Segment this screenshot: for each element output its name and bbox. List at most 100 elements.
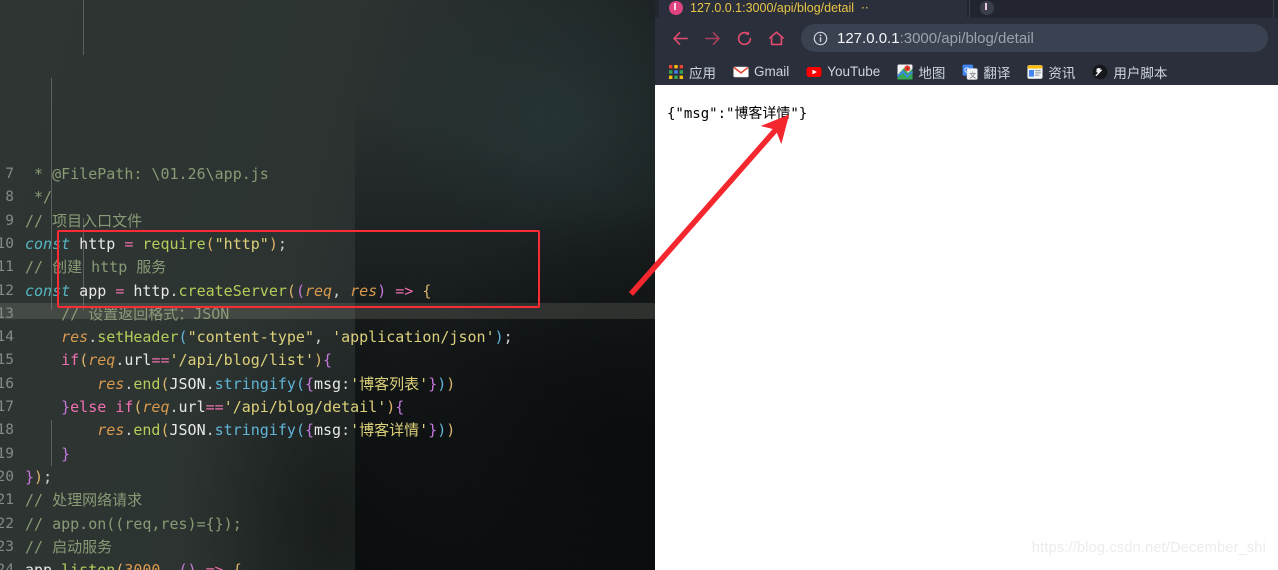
url-path: :3000/api/blog/detail (899, 29, 1034, 47)
code-line-text: const http = require("http"); (25, 234, 287, 253)
bookmark-label: YouTube (827, 64, 881, 79)
line-number: 11 (0, 259, 14, 276)
bookmark-translate[interactable]: G 文 翻译 (955, 60, 1017, 84)
bookmark-userscripts[interactable]: 用户脚本 (1085, 60, 1174, 84)
url-host: 127.0.0.1 (837, 29, 900, 47)
code-line-text: if(req.url=='/api/blog/list'){ (25, 351, 333, 370)
line-number: 17 (0, 399, 14, 416)
code-line[interactable]: 14 res.setHeader("content-type", 'applic… (0, 326, 655, 349)
line-number: 13 (0, 305, 14, 322)
code-line-text: * @FilePath: \01.26\app.js (25, 165, 269, 184)
code-line[interactable]: 12 const app = http.createServer((req, re… (0, 280, 655, 303)
code-line[interactable]: 17 }else if(req.url=='/api/blog/detail')… (0, 396, 655, 419)
bookmark-label: 用户脚本 (1113, 65, 1168, 81)
bookmark-maps[interactable]: 地图 (890, 60, 952, 84)
page-viewport[interactable]: {"msg":"博客详情"} https://blog.csdn.net/Dec… (655, 85, 1278, 570)
line-number: 12 (0, 282, 14, 299)
indent-guide (83, 0, 84, 55)
line-number: 22 (0, 515, 14, 532)
code-line[interactable]: 13 // 设置返回格式：JSON (0, 303, 655, 326)
bookmarks-bar[interactable]: 应用 Gmail YouTube 地图 G 文 翻译 资讯 用户脚本 (655, 58, 1278, 85)
tab-favicon-icon (980, 1, 994, 15)
bookmark-label: Gmail (754, 64, 790, 79)
tab-title: 127.0.0.1:3000/api/blog/detail (690, 1, 855, 15)
code-line[interactable]: 18 res.end(JSON.stringify({msg:'博客详情'})) (0, 419, 655, 442)
apps-grid-icon (669, 64, 683, 79)
screenshot-root: 7 * @FilePath: \01.26\app.js 8 */9// 项目入口… (0, 0, 1278, 570)
forward-arrow-icon (704, 31, 720, 45)
code-line-text: // 创建 http 服务 (25, 258, 167, 277)
code-line-text: }); (25, 467, 53, 486)
bookmark-label: 资讯 (1048, 65, 1076, 81)
code-line[interactable]: 21 // 处理网络请求 (0, 489, 655, 512)
line-number: 10 (0, 235, 14, 252)
line-number: 16 (0, 375, 14, 392)
reload-button[interactable] (729, 23, 759, 53)
address-bar[interactable]: 127.0.0.1:3000/api/blog/detail (801, 24, 1268, 52)
tab-strip[interactable]: 127.0.0.1:3000/api/blog/detail ·· (655, 0, 1278, 18)
info-circle-icon[interactable] (813, 31, 828, 46)
maps-icon (897, 64, 914, 79)
line-number: 18 (0, 422, 14, 439)
code-line-text: }else if(req.url=='/api/blog/detail'){ (25, 398, 405, 417)
browser-tab-inactive[interactable] (969, 0, 1274, 18)
line-number: 14 (0, 329, 14, 346)
line-number: 15 (0, 352, 14, 369)
code-line[interactable]: 16 res.end(JSON.stringify({msg:'博客列表'})) (0, 373, 655, 396)
code-line[interactable]: 15 if(req.url=='/api/blog/list'){ (0, 349, 655, 372)
browser-chrome: 127.0.0.1:3000/api/blog/detail ·· 127.0.… (655, 0, 1278, 85)
code-line-text: res.end(JSON.stringify({msg:'博客详情'})) (25, 421, 456, 440)
line-number: 19 (0, 445, 14, 462)
back-button[interactable] (665, 23, 695, 53)
code-line[interactable]: 20}); (0, 466, 655, 489)
line-number: 21 (0, 492, 14, 509)
json-response-body: {"msg":"博客详情"} (667, 106, 808, 122)
line-number: 20 (0, 468, 14, 485)
line-number: 23 (0, 538, 14, 555)
line-number: 9 (5, 212, 14, 229)
browser-tab-active[interactable]: 127.0.0.1:3000/api/blog/detail ·· (659, 0, 967, 18)
code-line-text: */ (25, 188, 53, 207)
code-line[interactable]: 23 // 启动服务 (0, 536, 655, 559)
home-icon (768, 30, 784, 45)
browser-toolbar[interactable]: 127.0.0.1:3000/api/blog/detail (655, 18, 1278, 58)
code-line-text: // 启动服务 (25, 537, 113, 556)
bookmark-youtube[interactable]: YouTube (799, 62, 887, 82)
forward-button[interactable] (697, 23, 727, 53)
bookmark-news[interactable]: 资讯 (1020, 60, 1082, 84)
code-editor-pane[interactable]: 7 * @FilePath: \01.26\app.js 8 */9// 项目入口… (0, 0, 655, 570)
bookmark-label: 应用 (689, 65, 716, 81)
code-line-text: res.setHeader("content-type", 'applicati… (25, 328, 513, 347)
code-lines-container[interactable]: 7 * @FilePath: \01.26\app.js 8 */9// 项目入口… (0, 0, 655, 570)
bookmark-apps[interactable]: 应用 (661, 60, 723, 84)
svg-text:文: 文 (970, 70, 977, 79)
tampermonkey-icon (1092, 64, 1108, 79)
code-line[interactable]: 8 */ (0, 186, 655, 209)
news-icon (1027, 64, 1043, 79)
line-number: 8 (5, 189, 14, 206)
back-arrow-icon (672, 31, 688, 45)
line-number: 24 (0, 559, 14, 570)
code-line-text: // 设置返回格式：JSON (25, 304, 230, 323)
code-line[interactable]: 22 // app.on((req,res)={}); (0, 513, 655, 536)
code-line[interactable]: 24app.listen(3000, () => { (0, 559, 655, 570)
code-line-text: // 项目入口文件 (25, 211, 143, 230)
tab-favicon-icon (669, 1, 683, 15)
address-bar-url: 127.0.0.1:3000/api/blog/detail (837, 30, 1034, 47)
home-button[interactable] (761, 23, 791, 53)
code-line-text: // 处理网络请求 (25, 491, 143, 510)
code-line[interactable]: 9 // 项目入口文件 (0, 210, 655, 233)
code-line-text: app.listen(3000, () => { (14, 559, 242, 570)
bookmark-gmail[interactable]: Gmail (726, 62, 796, 82)
code-line[interactable]: 11 // 创建 http 服务 (0, 256, 655, 279)
bookmark-label: 地图 (918, 65, 946, 81)
browser-window[interactable]: 127.0.0.1:3000/api/blog/detail ·· 127.0.… (655, 0, 1278, 570)
code-line[interactable]: 7 * @FilePath: \01.26\app.js (0, 163, 655, 186)
gmail-icon (733, 66, 749, 77)
code-line[interactable]: 10 const http = require("http"); (0, 233, 655, 256)
line-number: 7 (5, 166, 14, 183)
translate-icon: G 文 (962, 64, 978, 80)
watermark-text: https://blog.csdn.net/December_shi (1031, 540, 1266, 556)
code-line[interactable]: 19 } (0, 443, 655, 466)
code-line-text: } (25, 444, 71, 463)
